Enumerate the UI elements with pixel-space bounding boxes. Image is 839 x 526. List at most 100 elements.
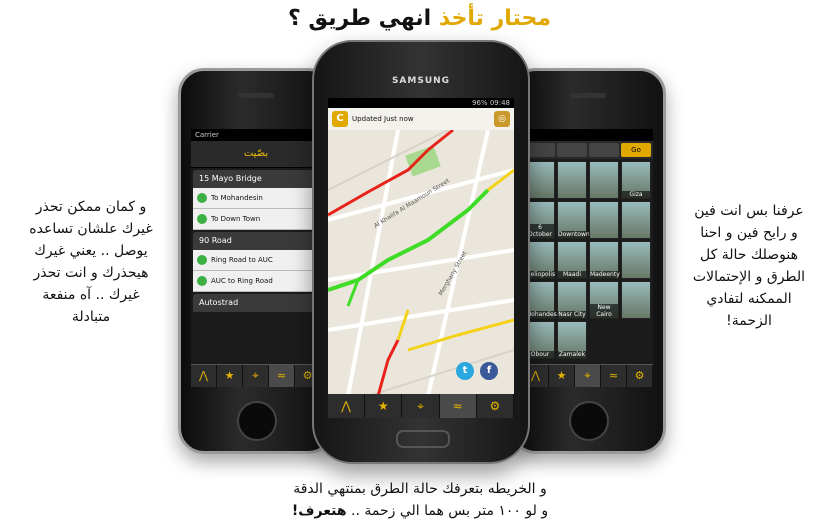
- camera-tile[interactable]: [589, 201, 619, 239]
- camera-label: Heliopolis: [526, 271, 556, 278]
- star-icon[interactable]: ★: [217, 365, 243, 387]
- home-button[interactable]: [237, 401, 277, 441]
- headline-accent: محتار تأخذ: [438, 6, 551, 31]
- camera-tile[interactable]: Nasr City: [557, 281, 587, 319]
- left-caption-line: و كمان ممكن تحذر: [35, 199, 147, 215]
- bottom-caption: و الخريطه بتعرفك حالة الطرق بمنتهي الدقة…: [230, 478, 610, 522]
- road-item-label: AUC to Ring Road: [211, 277, 273, 285]
- headline: محتار تأخذ انهي طريق ؟: [0, 6, 839, 31]
- camera-label: New Cairo: [590, 304, 618, 318]
- map-canvas: [328, 128, 514, 397]
- app-c-icon[interactable]: C: [332, 111, 348, 127]
- traffic-status-dot: [197, 214, 207, 224]
- left-caption: و كمان ممكن تحذر غيرك علشان تساعده يوصل …: [6, 196, 176, 328]
- camera-label: Mohandesin: [526, 311, 563, 318]
- traffic-status-dot: [197, 276, 207, 286]
- camera-label: Giza: [622, 191, 650, 198]
- pin-icon[interactable]: ⌖: [575, 365, 601, 387]
- app-logo: بصّيت: [191, 141, 321, 168]
- twitter-icon[interactable]: t: [456, 362, 474, 380]
- road-group-header[interactable]: 90 Road: [193, 232, 319, 250]
- road-list-item[interactable]: To Down Town: [193, 209, 319, 230]
- go-button[interactable]: Go: [621, 143, 651, 157]
- right-caption-line: و رايح فين و احنا: [700, 225, 798, 241]
- gear-icon[interactable]: ⚙: [477, 394, 514, 418]
- camera-tile[interactable]: Zamalek: [557, 321, 587, 359]
- camera-tile[interactable]: Giza: [621, 161, 651, 199]
- star-icon[interactable]: ★: [549, 365, 575, 387]
- toolbar-button[interactable]: [589, 143, 619, 157]
- left-caption-line: غيرك علشان تساعده: [29, 221, 153, 237]
- status-bar: Carrier: [191, 129, 321, 141]
- traffic-map[interactable]: Al Khalifa Al Maamoun Street Merghany St…: [328, 128, 514, 397]
- gear-icon[interactable]: ⚙: [627, 365, 653, 387]
- left-caption-line: يوصل .. يعني غيرك: [34, 243, 148, 259]
- traffic-icon[interactable]: ≈: [269, 365, 295, 387]
- camera-tile[interactable]: Downtown: [557, 201, 590, 239]
- right-caption-line: الطرق و الإحتمالات: [692, 269, 806, 285]
- camera-tile[interactable]: [621, 201, 651, 239]
- road-item-label: To Down Town: [211, 215, 261, 223]
- status-time: 09:48: [489, 99, 510, 107]
- battery-level: 96%: [472, 99, 488, 107]
- brand-logo: SAMSUNG: [391, 76, 451, 86]
- traffic-status-dot: [197, 193, 207, 203]
- road-group-header[interactable]: Autostrad: [193, 294, 319, 312]
- left-phone-screen: Carrier بصّيت 15 Mayo Bridge To Mohandes…: [191, 129, 321, 387]
- camera-tile[interactable]: New Cairo: [589, 281, 619, 319]
- home-button[interactable]: [396, 430, 450, 448]
- tab-bar: ⋀ ★ ⌖ ≈ ⚙: [328, 394, 514, 418]
- camera-label: 6 October: [526, 224, 554, 238]
- traffic-icon[interactable]: ≈: [601, 365, 627, 387]
- camera-label: Downtown: [558, 231, 590, 238]
- right-caption-line: هنوصلك حالة كل: [699, 247, 799, 263]
- road-group-header[interactable]: 15 Mayo Bridge: [193, 170, 319, 188]
- bottom-caption-emphasis: هتعرف!: [291, 503, 347, 519]
- camera-label: Madeenty: [590, 271, 620, 278]
- map-header: C Updated Just now ◎: [328, 108, 514, 131]
- camera-tile[interactable]: Madeenty: [589, 241, 620, 279]
- camera-toolbar: Go: [523, 141, 653, 159]
- status-bar: [523, 129, 653, 141]
- locate-icon[interactable]: ◎: [494, 111, 510, 127]
- road-list-item[interactable]: AUC to Ring Road: [193, 271, 319, 292]
- camera-tile[interactable]: Maadi: [557, 241, 587, 279]
- speaker-grille: [570, 93, 606, 98]
- pin-icon[interactable]: ⌖: [243, 365, 269, 387]
- camera-tile[interactable]: [621, 241, 651, 279]
- facebook-icon[interactable]: f: [480, 362, 498, 380]
- tab-bar: ⋀ ★ ⌖ ≈ ⚙: [523, 364, 653, 387]
- road-item-label: To Mohandesin: [211, 194, 263, 202]
- right-caption-line: الممكنه لتفادي: [706, 291, 792, 307]
- camera-label: Obour: [526, 351, 554, 358]
- right-caption: عرفنا بس انت فين و رايح فين و احنا هنوصل…: [664, 200, 834, 332]
- left-caption-line: متبادلة: [71, 309, 111, 325]
- road-icon[interactable]: ⋀: [191, 365, 217, 387]
- traffic-status-dot: [197, 255, 207, 265]
- road-list-item[interactable]: To Mohandesin: [193, 188, 319, 209]
- road-list-item[interactable]: Ring Road to AUC: [193, 250, 319, 271]
- camera-label: Maadi: [558, 271, 586, 278]
- home-button[interactable]: [569, 401, 609, 441]
- right-caption-line: الزحمة!: [726, 313, 772, 329]
- speaker-grille: [238, 93, 274, 98]
- bottom-caption-line: و الخريطه بتعرفك حالة الطرق بمنتهي الدقة: [293, 481, 547, 497]
- center-phone-screen: 96% 09:48 C Updated Just now ◎ Al Khalif…: [328, 98, 514, 418]
- toolbar-button[interactable]: [557, 143, 587, 157]
- star-icon[interactable]: ★: [365, 394, 403, 418]
- camera-tile[interactable]: [621, 281, 651, 319]
- road-item-label: Ring Road to AUC: [211, 256, 273, 264]
- center-samsung-phone: SAMSUNG 96% 09:48 C Updated Just now ◎ A…: [312, 40, 530, 464]
- pin-icon[interactable]: ⌖: [402, 394, 440, 418]
- road-icon[interactable]: ⋀: [328, 394, 366, 418]
- left-iphone: Carrier بصّيت 15 Mayo Bridge To Mohandes…: [178, 68, 334, 454]
- right-iphone: Go Giza 6 October Downtown Heliopolis Ma…: [510, 68, 666, 454]
- tab-bar: ⋀ ★ ⌖ ≈ ⚙: [191, 364, 321, 387]
- camera-tile[interactable]: [589, 161, 619, 199]
- left-caption-line: غيرك .. آه منفعة: [42, 287, 140, 303]
- headline-rest: انهي طريق ؟: [288, 6, 439, 31]
- status-bar: 96% 09:48: [328, 98, 514, 108]
- bottom-caption-text: و لو ١٠٠ متر بس هما الي زحمة ..: [346, 503, 549, 519]
- traffic-icon[interactable]: ≈: [439, 394, 477, 418]
- camera-tile[interactable]: [557, 161, 587, 199]
